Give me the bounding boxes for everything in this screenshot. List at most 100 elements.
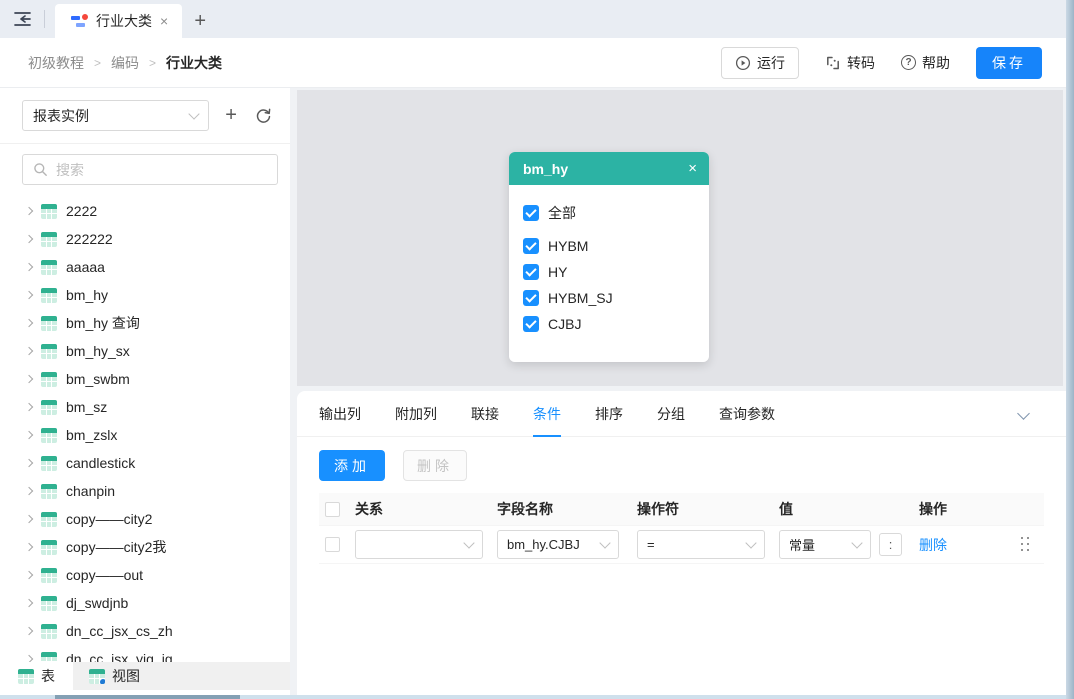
tree-item[interactable]: bm_hy 查询 [0,309,290,337]
tree-item-label: dj_swdjnb [66,595,128,611]
run-button[interactable]: 运行 [721,47,799,79]
chevron-down-icon [188,108,199,119]
table-node-header[interactable]: bm_hy × [509,152,709,185]
tree-item[interactable]: bm_hy_sx [0,337,290,365]
field-row[interactable]: 全部 [523,203,695,223]
add-condition-button[interactable]: 添加 [319,450,385,481]
operator-select[interactable]: = [637,530,765,559]
checkbox-checked-icon[interactable] [523,238,539,254]
chevron-down-icon [599,537,610,548]
close-node-icon[interactable]: × [688,161,697,176]
collapse-sidebar-button[interactable] [0,0,44,38]
breadcrumb-item[interactable]: 初级教程 [28,53,84,73]
drag-handle-icon[interactable] [1021,537,1031,553]
chevron-right-icon [25,431,33,439]
tree-item[interactable]: bm_swbm [0,365,290,393]
tab-extra-columns[interactable]: 附加列 [395,391,437,436]
dataset-icon [71,14,88,29]
field-label: HYBM_SJ [548,290,613,306]
value-type-select-value: 常量 [789,535,815,554]
tab-grouping[interactable]: 分组 [657,391,685,436]
collapse-panel-icon[interactable] [1017,407,1030,420]
tab-query-params[interactable]: 查询参数 [719,391,775,436]
column-header-value: 值 [779,499,919,519]
tree-item-label: bm_swbm [66,371,130,387]
chevron-right-icon [25,487,33,495]
expression-button[interactable]: : [879,533,902,556]
sidebar: 报表实例 + 2222 222222 aaaa [0,88,290,695]
table-icon [41,288,57,303]
tree-item[interactable]: copy——city2 [0,505,290,533]
field-row[interactable]: HYBM [523,236,695,256]
tab-joins[interactable]: 联接 [471,391,499,436]
tree-item[interactable]: candlestick [0,449,290,477]
tab-views[interactable]: 视图 [73,662,156,690]
field-select[interactable]: bm_hy.CJBJ [497,530,619,559]
tree-item[interactable]: dn_cc_jsx_yjg_jg [0,645,290,662]
delete-condition-button[interactable]: 删除 [403,450,467,481]
column-header-relation: 关系 [355,499,497,519]
save-button[interactable]: 保存 [976,47,1042,79]
breadcrumb-separator: > [149,56,156,70]
tree-item[interactable]: dj_swdjnb [0,589,290,617]
add-tab-button[interactable]: + [182,4,218,38]
sidebar-toolbar: 报表实例 + [0,88,290,144]
tree-item[interactable]: copy——city2我 [0,533,290,561]
help-button[interactable]: ? 帮助 [901,53,950,73]
select-all-checkbox[interactable] [325,502,340,517]
tree-item[interactable]: dn_cc_jsx_cs_zh [0,617,290,645]
tree-item[interactable]: bm_sz [0,393,290,421]
tree-item[interactable]: aaaaa [0,253,290,281]
tab-bar: 行业大类 × + [0,0,1066,38]
tree-item-label: dn_cc_jsx_cs_zh [66,623,173,639]
field-row[interactable]: HYBM_SJ [523,288,695,308]
tree-item[interactable]: bm_hy [0,281,290,309]
window-horizontal-scrollbar[interactable] [0,695,1066,699]
tree-item[interactable]: bm_zslx [0,421,290,449]
column-header-field: 字段名称 [497,499,637,519]
query-canvas[interactable]: bm_hy × 全部 HYBM HY HYBM_SJ CJBJ [297,90,1063,386]
tree-item[interactable]: chanpin [0,477,290,505]
tree-item-label: copy——out [66,567,143,583]
refresh-button[interactable] [253,105,274,127]
tree-item[interactable]: copy——out [0,561,290,589]
row-checkbox[interactable] [325,537,340,552]
tab-conditions[interactable]: 条件 [533,391,561,436]
tree-item[interactable]: 2222 [0,197,290,225]
tree-item-label: candlestick [66,455,135,471]
table-node-card[interactable]: bm_hy × 全部 HYBM HY HYBM_SJ CJBJ [509,152,709,362]
tab-output-columns[interactable]: 输出列 [319,391,361,436]
transcode-button[interactable]: 转码 [825,53,875,73]
scrollbar-thumb[interactable] [55,695,240,699]
checkbox-checked-icon[interactable] [523,205,539,221]
document-tab[interactable]: 行业大类 × [55,4,182,38]
tab-sorting[interactable]: 排序 [595,391,623,436]
page-header: 初级教程 > 编码 > 行业大类 运行 转码 [0,38,1066,88]
instance-select-value: 报表实例 [33,106,89,126]
table-icon [18,669,34,684]
chevron-right-icon [25,235,33,243]
column-header-action: 操作 [919,499,1007,519]
chevron-right-icon [25,655,33,662]
checkbox-checked-icon[interactable] [523,264,539,280]
close-tab-icon[interactable]: × [160,14,168,28]
chevron-right-icon [25,571,33,579]
chevron-right-icon [25,319,33,327]
value-type-select[interactable]: 常量 [779,530,871,559]
checkbox-checked-icon[interactable] [523,316,539,332]
tab-tables[interactable]: 表 [0,662,73,690]
window-vertical-scrollbar[interactable] [1066,0,1074,699]
add-instance-button[interactable]: + [221,105,242,127]
field-row[interactable]: HY [523,262,695,282]
checkbox-checked-icon[interactable] [523,290,539,306]
table-icon [41,568,57,583]
instance-select[interactable]: 报表实例 [22,100,209,131]
search-input[interactable] [56,162,267,178]
tree-item[interactable]: 222222 [0,225,290,253]
search-box[interactable] [22,154,278,185]
field-row[interactable]: CJBJ [523,314,695,334]
relation-select[interactable] [355,530,483,559]
conditions-toolbar: 添加 删除 [297,437,1066,491]
delete-row-link[interactable]: 删除 [919,537,947,553]
breadcrumb-item[interactable]: 编码 [111,53,139,73]
